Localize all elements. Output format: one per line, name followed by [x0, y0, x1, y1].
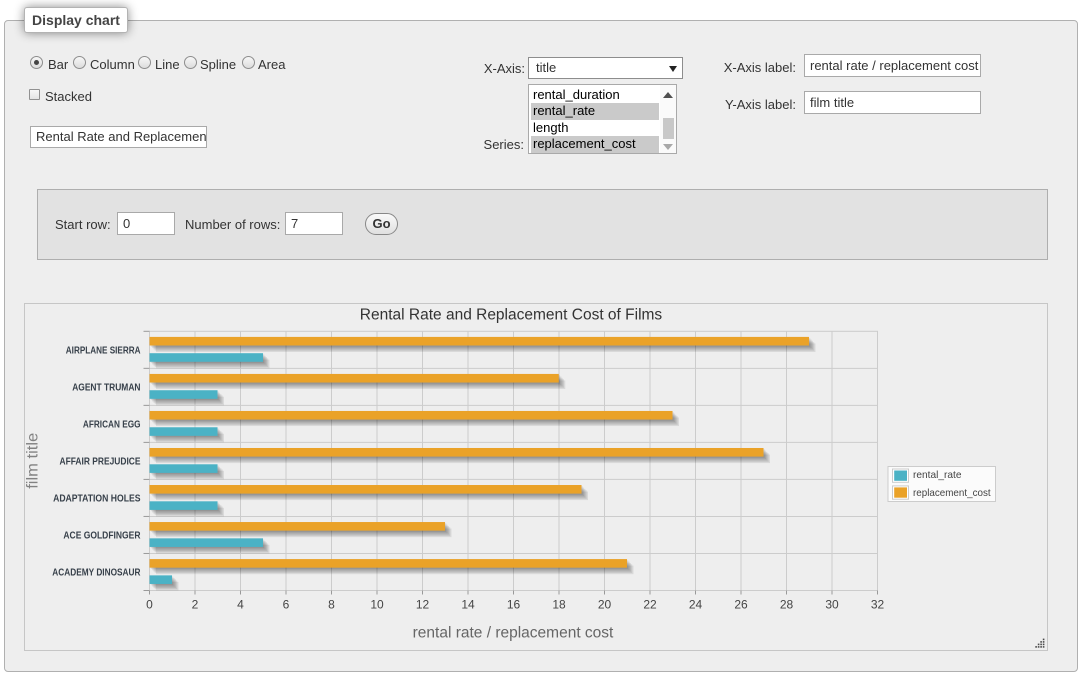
svg-text:28: 28: [780, 598, 794, 612]
svg-text:4: 4: [237, 598, 244, 612]
svg-text:16: 16: [507, 598, 521, 612]
svg-text:ADAPTATION HOLES: ADAPTATION HOLES: [53, 494, 141, 505]
svg-text:AGENT TRUMAN: AGENT TRUMAN: [72, 382, 140, 393]
svg-text:2: 2: [192, 598, 199, 612]
svg-text:AFRICAN EGG: AFRICAN EGG: [83, 419, 141, 430]
svg-text:32: 32: [871, 598, 885, 612]
svg-text:rental rate / replacement cost: rental rate / replacement cost: [413, 625, 614, 642]
svg-text:24: 24: [689, 598, 703, 612]
svg-text:12: 12: [416, 598, 430, 612]
svg-text:10: 10: [370, 598, 384, 612]
svg-text:8: 8: [328, 598, 335, 612]
svg-text:rental_rate: rental_rate: [913, 470, 962, 481]
svg-text:6: 6: [283, 598, 290, 612]
svg-text:ACADEMY DINOSAUR: ACADEMY DINOSAUR: [52, 568, 141, 579]
svg-text:14: 14: [461, 598, 475, 612]
svg-text:30: 30: [825, 598, 839, 612]
svg-text:film title: film title: [25, 433, 42, 489]
svg-text:22: 22: [643, 598, 657, 612]
svg-text:replacement_cost: replacement_cost: [913, 488, 991, 499]
svg-text:0: 0: [146, 598, 153, 612]
svg-text:Rental Rate and Replacement Co: Rental Rate and Replacement Cost of Film…: [360, 307, 663, 324]
svg-text:AFFAIR PREJUDICE: AFFAIR PREJUDICE: [60, 457, 141, 468]
svg-text:AIRPLANE SIERRA: AIRPLANE SIERRA: [66, 345, 141, 356]
svg-text:20: 20: [598, 598, 612, 612]
svg-text:18: 18: [552, 598, 566, 612]
svg-text:ACE GOLDFINGER: ACE GOLDFINGER: [63, 531, 141, 542]
svg-text:26: 26: [734, 598, 748, 612]
